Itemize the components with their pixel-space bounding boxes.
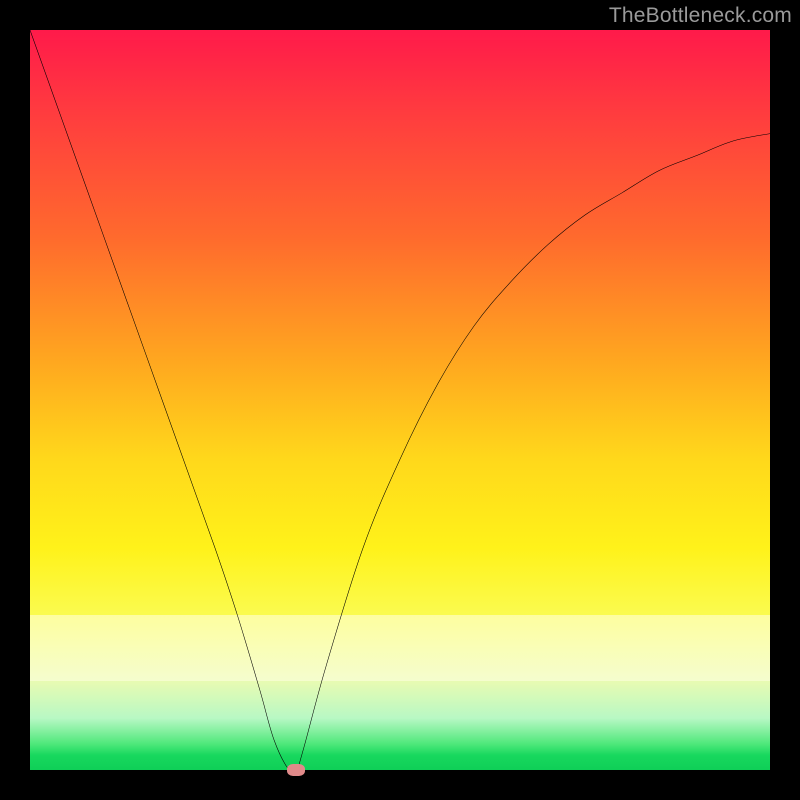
plot-area bbox=[30, 30, 770, 770]
optimal-point-marker bbox=[287, 764, 305, 776]
watermark-text: TheBottleneck.com bbox=[609, 4, 792, 28]
bottleneck-curve bbox=[30, 30, 770, 770]
chart-stage: TheBottleneck.com bbox=[0, 0, 800, 800]
